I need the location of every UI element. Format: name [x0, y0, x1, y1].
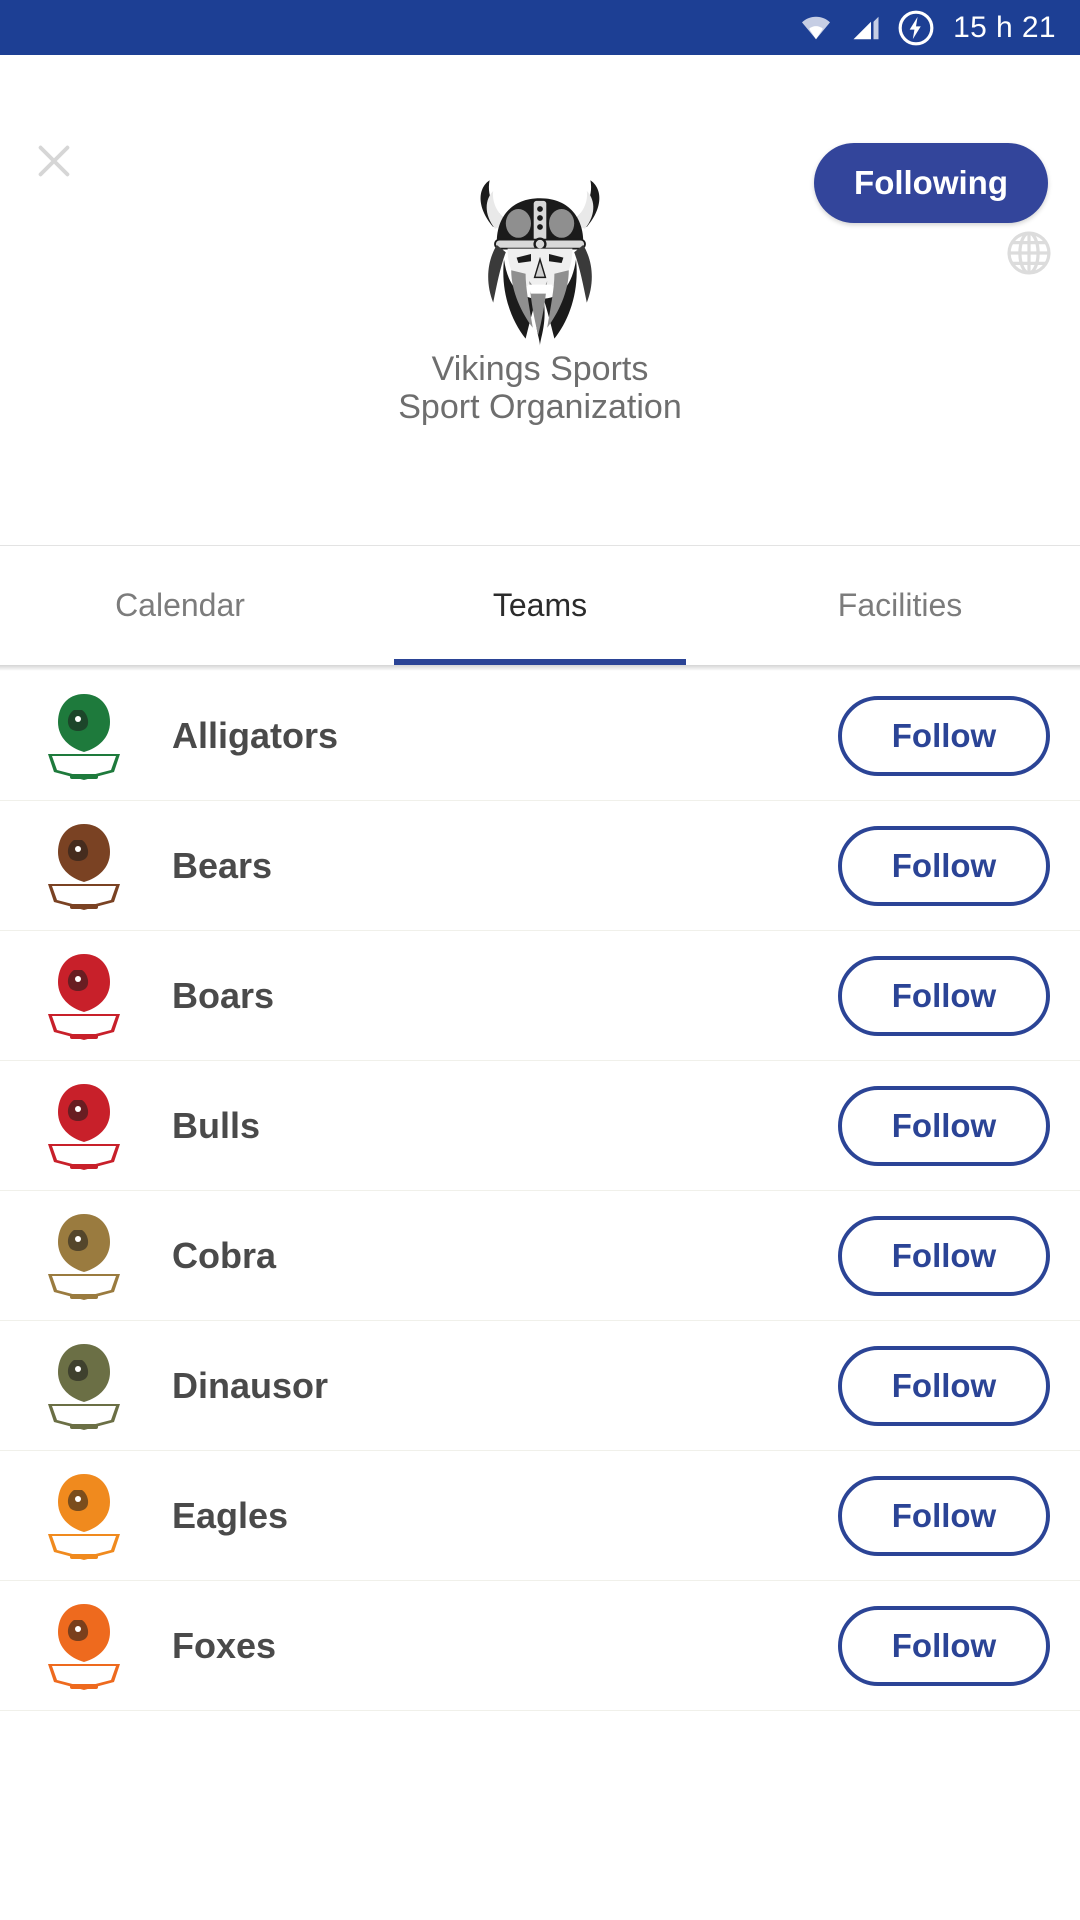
close-icon[interactable] [28, 135, 80, 187]
profile-header: Following Vikings Sports Sport Organizat… [0, 55, 1080, 545]
status-bar-clock: 15 h 21 [953, 10, 1056, 44]
team-name: Eagles [172, 1494, 289, 1536]
table-row[interactable]: Dinausor Follow [0, 1321, 1080, 1451]
tab-calendar[interactable]: Calendar [0, 546, 360, 665]
team-name: Alligators [172, 714, 339, 756]
org-type: Sport Organization [398, 388, 682, 427]
tab-bar: Calendar Teams Facilities [0, 545, 1080, 665]
cell-signal-icon [849, 13, 883, 43]
follow-button[interactable]: Follow [838, 1085, 1050, 1166]
table-row[interactable]: Bulls Follow [0, 1061, 1080, 1191]
tab-teams[interactable]: Teams [360, 546, 720, 665]
team-name: Cobra [172, 1234, 277, 1276]
team-name: Bulls [172, 1104, 261, 1146]
team-name: Dinausor [172, 1364, 329, 1406]
battery-charging-icon [897, 9, 935, 47]
bull-logo [34, 1076, 134, 1176]
table-row[interactable]: Boars Follow [0, 931, 1080, 1061]
follow-button[interactable]: Follow [838, 1215, 1050, 1296]
org-info: Vikings Sports Sport Organization [0, 350, 1080, 426]
dinosaur-logo [34, 1336, 134, 1436]
boar-logo [34, 946, 134, 1046]
follow-button[interactable]: Follow [838, 1605, 1050, 1686]
cobra-logo [34, 1206, 134, 1306]
fox-logo [34, 1596, 134, 1696]
follow-button[interactable]: Follow [838, 695, 1050, 776]
team-list: Alligators Follow Bears Follow Boars Follow… [0, 671, 1080, 1711]
org-name: Vikings Sports [431, 350, 649, 388]
tab-facilities[interactable]: Facilities [720, 546, 1080, 665]
table-row[interactable]: Bears Follow [0, 801, 1080, 931]
globe-icon[interactable] [1003, 227, 1055, 279]
bear-logo [34, 816, 134, 916]
table-row[interactable]: Alligators Follow [0, 671, 1080, 801]
status-bar: 15 h 21 [0, 0, 1080, 55]
wifi-icon [797, 13, 835, 43]
table-row[interactable]: Foxes Follow [0, 1581, 1080, 1711]
follow-button[interactable]: Follow [838, 1345, 1050, 1426]
table-row[interactable]: Cobra Follow [0, 1191, 1080, 1321]
viking-mascot-logo [450, 173, 630, 353]
team-name: Bears [172, 844, 273, 886]
table-row[interactable]: Eagles Follow [0, 1451, 1080, 1581]
team-name: Boars [172, 974, 275, 1016]
following-button[interactable]: Following [814, 143, 1048, 223]
follow-button[interactable]: Follow [838, 825, 1050, 906]
follow-button[interactable]: Follow [838, 955, 1050, 1036]
eagle-logo [34, 1466, 134, 1566]
team-name: Foxes [172, 1624, 277, 1666]
follow-button[interactable]: Follow [838, 1475, 1050, 1556]
alligator-logo [34, 686, 134, 786]
